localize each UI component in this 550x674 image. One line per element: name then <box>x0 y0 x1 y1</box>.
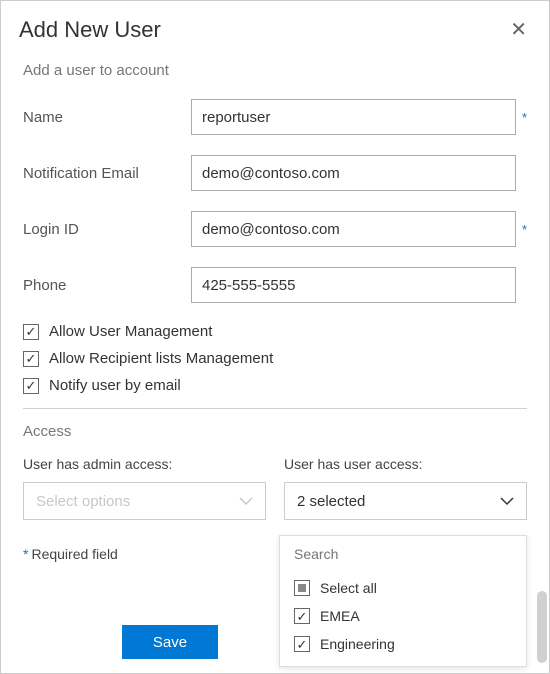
dialog-title: Add New User <box>19 17 161 43</box>
required-star-icon: * <box>23 546 28 562</box>
field-row-email: Notification Email * <box>23 155 527 191</box>
dropdown-option-engineering[interactable]: Engineering <box>280 630 526 658</box>
email-label: Notification Email <box>23 165 191 182</box>
dropdown-option-label: EMEA <box>320 608 360 624</box>
access-row: User has admin access: Select options Us… <box>23 456 527 520</box>
user-access-dropdown: Select all EMEA Engineering <box>279 535 527 667</box>
dropdown-option-label: Engineering <box>320 636 395 652</box>
checkbox-label: Allow User Management <box>49 323 212 340</box>
phone-input[interactable] <box>191 267 516 303</box>
checkbox-notify-email[interactable]: Notify user by email <box>23 377 527 394</box>
add-user-dialog: Add New User ✕ Add a user to account Nam… <box>0 0 550 674</box>
user-access-select[interactable]: 2 selected <box>284 482 527 520</box>
chevron-down-icon <box>239 497 253 506</box>
dialog-header: Add New User ✕ <box>1 1 549 54</box>
divider <box>23 408 527 409</box>
admin-access-placeholder: Select options <box>36 493 130 510</box>
checkbox-label: Notify user by email <box>49 377 181 394</box>
admin-access-select[interactable]: Select options <box>23 482 266 520</box>
dropdown-option-select-all[interactable]: Select all <box>280 574 526 602</box>
user-access-label: User has user access: <box>284 456 527 472</box>
scrollbar-thumb[interactable] <box>537 591 547 663</box>
required-star-icon: * <box>522 110 527 125</box>
login-label: Login ID <box>23 221 191 238</box>
dropdown-option-label: Select all <box>320 580 377 596</box>
email-input[interactable] <box>191 155 516 191</box>
checkbox-partial-icon <box>294 580 310 596</box>
checkbox-icon <box>23 324 39 340</box>
checkbox-allow-user-mgmt[interactable]: Allow User Management <box>23 323 527 340</box>
login-input[interactable] <box>191 211 516 247</box>
close-icon[interactable]: ✕ <box>506 13 531 46</box>
checkbox-icon <box>23 351 39 367</box>
name-label: Name <box>23 109 191 126</box>
field-row-name: Name * <box>23 99 527 135</box>
admin-access-label: User has admin access: <box>23 456 266 472</box>
field-row-login: Login ID * <box>23 211 527 247</box>
dropdown-search-input[interactable] <box>280 536 526 572</box>
required-star-icon: * <box>522 222 527 237</box>
save-button[interactable]: Save <box>122 625 218 659</box>
chevron-up-icon <box>500 497 514 506</box>
user-access-selected-text: 2 selected <box>297 493 365 510</box>
dialog-subtitle: Add a user to account <box>23 62 527 79</box>
name-input[interactable] <box>191 99 516 135</box>
checkbox-allow-recipient-mgmt[interactable]: Allow Recipient lists Management <box>23 350 527 367</box>
admin-access-col: User has admin access: Select options <box>23 456 266 520</box>
checkbox-icon <box>23 378 39 394</box>
user-access-col: User has user access: 2 selected <box>284 456 527 520</box>
checkbox-icon <box>294 608 310 624</box>
field-row-phone: Phone * <box>23 267 527 303</box>
phone-label: Phone <box>23 277 191 294</box>
checkbox-icon <box>294 636 310 652</box>
dropdown-option-emea[interactable]: EMEA <box>280 602 526 630</box>
dialog-content: Add a user to account Name * Notificatio… <box>1 54 549 562</box>
checkbox-label: Allow Recipient lists Management <box>49 350 273 367</box>
dropdown-options-list: Select all EMEA Engineering <box>280 572 526 666</box>
access-section-title: Access <box>23 423 527 440</box>
